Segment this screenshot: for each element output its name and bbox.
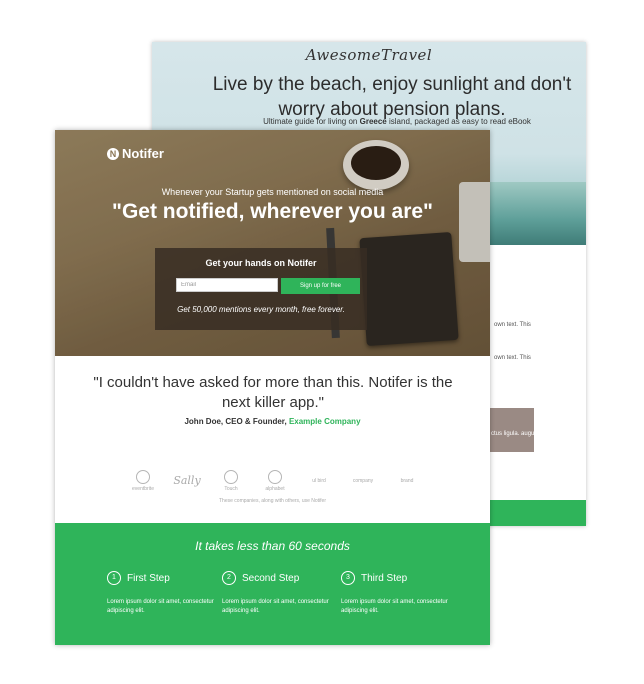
partner-logo-label: alphabet	[265, 486, 285, 492]
signup-title: Get your hands on Notifer	[205, 258, 317, 268]
step-header: 3 Third Step	[341, 571, 461, 585]
hero-pretitle: Whenever your Startup gets mentioned on …	[161, 187, 384, 197]
side-text-2: own text. This	[494, 355, 531, 361]
step-title: First Step	[127, 572, 170, 584]
testimonial-attribution: John Doe, CEO & Founder, Example Company	[55, 417, 490, 426]
notifer-logo-icon: N	[107, 147, 119, 160]
green-footer-strip	[488, 500, 586, 526]
step-description: Lorem ipsum dolor sit amet, consectetur …	[341, 599, 448, 614]
step-header: 2 Second Step	[222, 571, 342, 585]
travel-subtitle-bold: Greece	[359, 117, 387, 126]
tree-icon	[224, 470, 238, 484]
step-2: 2 Second Step Lorem ipsum dolor sit amet…	[222, 571, 342, 616]
step-number-badge: 3	[341, 571, 355, 585]
sally-logo: Sally	[173, 473, 201, 487]
partner-logo: alphabet	[257, 470, 293, 492]
step-3: 3 Third Step Lorem ipsum dolor sit amet,…	[341, 571, 461, 616]
partner-logo: Touch	[213, 470, 249, 492]
steps-title: It takes less than 60 seconds	[195, 539, 350, 553]
step-title: Third Step	[361, 572, 408, 584]
step-number-badge: 2	[222, 571, 236, 585]
beach-image	[488, 182, 586, 245]
feature-image-caption: ctus ligula. augue.	[491, 431, 540, 437]
partner-logo-label: brand	[400, 478, 414, 484]
logos-caption: These companies, along with others, use …	[219, 498, 326, 504]
testimonial-company-link[interactable]: Example Company	[289, 417, 361, 426]
step-header: 1 First Step	[107, 571, 227, 585]
step-description: Lorem ipsum dolor sit amet, consectetur …	[107, 599, 214, 614]
awesometravel-logo: AwesomeTravel	[305, 46, 433, 64]
partner-logo: Sally	[169, 474, 205, 489]
notifer-page-preview: N Notifer Whenever your Startup gets men…	[55, 130, 490, 645]
partner-logo-label: company	[352, 478, 374, 484]
step-title: Second Step	[242, 572, 300, 584]
email-input[interactable]	[176, 278, 278, 292]
partner-logo-label: ul bird	[312, 478, 326, 484]
steps-section: It takes less than 60 seconds 1 First St…	[55, 523, 490, 645]
sign-up-button[interactable]: Sign up for free	[281, 278, 360, 294]
signup-note: Get 50,000 mentions every month, free fo…	[177, 305, 345, 314]
travel-subtitle-after: island, packaged as easy to read eBook	[389, 117, 531, 126]
travel-subtitle-before: Ultimate guide for living on	[263, 117, 358, 126]
hero-title: "Get notified, wherever you are"	[112, 200, 433, 223]
eventbrite-icon	[136, 470, 150, 484]
step-description: Lorem ipsum dolor sit amet, consectetur …	[222, 599, 329, 614]
partner-logo-label: eventbrite	[132, 486, 154, 492]
testimonial-quote: "I couldn't have asked for more than thi…	[93, 374, 453, 411]
partner-logo: brand	[389, 478, 425, 484]
partner-logo: company	[345, 478, 381, 484]
signup-form: Get your hands on Notifer Sign up for fr…	[155, 248, 367, 330]
hero-section: N Notifer Whenever your Startup gets men…	[55, 130, 490, 356]
side-text-1: own text. This	[494, 322, 531, 328]
step-number-badge: 1	[107, 571, 121, 585]
testimonial-author: John Doe, CEO & Founder,	[184, 417, 287, 426]
partner-logo-label: Touch	[224, 486, 238, 492]
partner-logos: eventbrite Sally Touch alphabet ul bird …	[125, 470, 425, 492]
step-1: 1 First Step Lorem ipsum dolor sit amet,…	[107, 571, 227, 616]
notifer-logo-text: Notifer	[122, 146, 164, 161]
infinity-icon	[268, 470, 282, 484]
notifer-logo[interactable]: N Notifer	[107, 146, 164, 161]
partner-logo: eventbrite	[125, 470, 161, 492]
travel-headline: Live by the beach, enjoy sunlight and do…	[212, 74, 572, 120]
partner-logo: ul bird	[301, 478, 337, 484]
travel-subtitle: Ultimate guide for living on Greece isla…	[222, 117, 572, 126]
